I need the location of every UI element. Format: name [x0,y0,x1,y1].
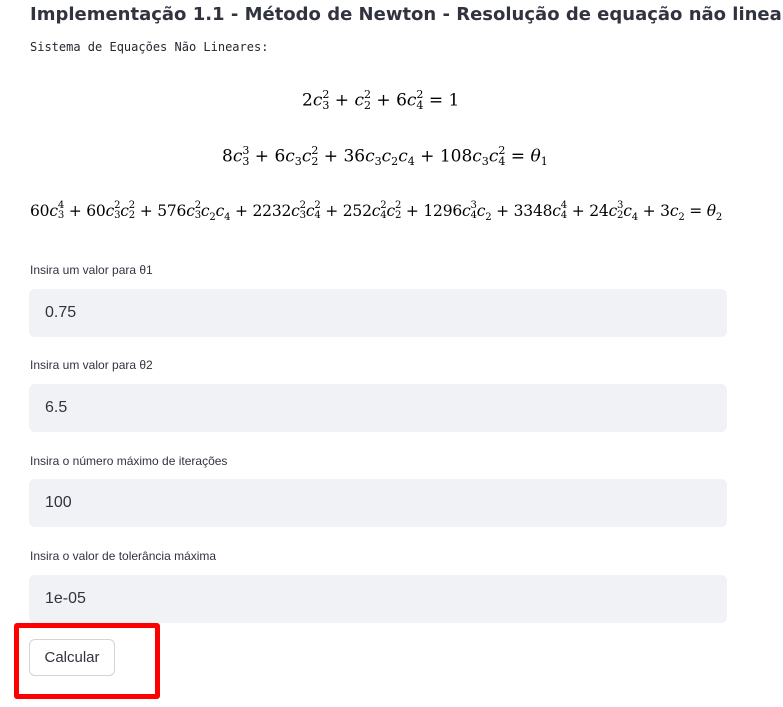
tolerance-label: Insira o valor de tolerância máxima [30,549,217,563]
equation-3: 60c 4 3 + 60c 2 3 c 2 2 + 576c 2 3 c2c4 + 2232c 2 3 c… [30,200,723,223]
equation-1: 2c 2 3 + c22 + 6c 2 4 = 1 [302,88,460,113]
tolerance-input[interactable]: 1e-05 [29,575,727,623]
equation-2: 8c 3 3 + 6c3c 2 2 + 36c3c2c4 + 108c3c 2 4 = θ1 [222,144,548,169]
theta2-input[interactable]: 6.5 [29,384,727,432]
max-iterations-label: Insira o número máximo de iterações [30,454,228,468]
page-title: Implementação 1.1 - Método de Newton - R… [30,4,783,25]
system-label: Sistema de Equações Não Lineares: [30,40,269,54]
theta2-label: Insira um valor para θ2 [30,358,153,372]
theta1-input[interactable]: 0.75 [29,289,727,337]
max-iterations-input[interactable]: 100 [29,479,727,527]
theta1-label: Insira um valor para θ1 [30,263,153,277]
calcular-button[interactable]: Calcular [29,639,115,676]
